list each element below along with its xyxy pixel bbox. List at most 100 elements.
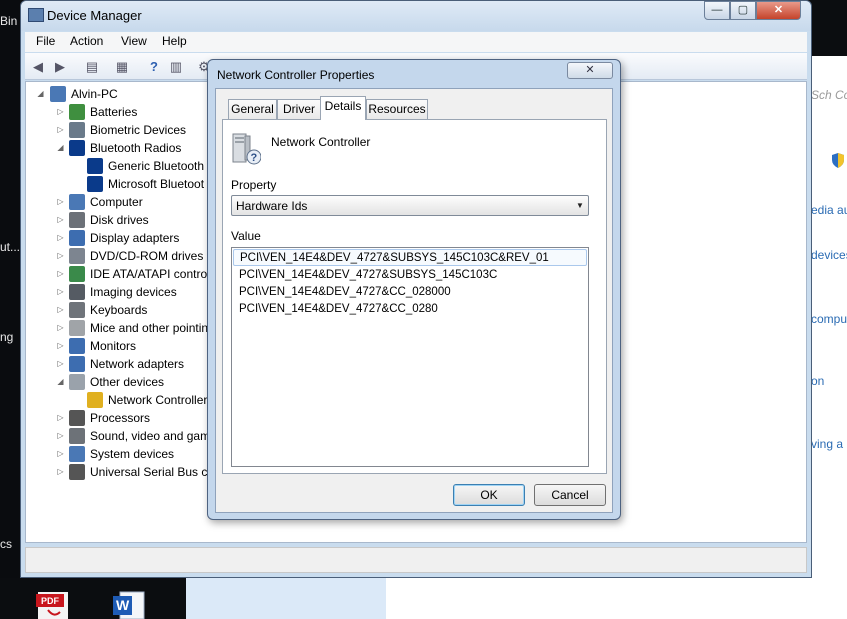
dvd-drive-icon (69, 248, 85, 264)
help-icon[interactable]: ? (145, 58, 163, 75)
tree-item-label: Monitors (90, 339, 137, 353)
computer-icon (50, 86, 66, 102)
collapse-triangle-icon[interactable]: ◢ (36, 85, 45, 103)
background-search-fragment: Sch Con (811, 88, 847, 102)
expand-triangle-icon[interactable]: ▷ (56, 445, 65, 463)
tree-item-label: Display adapters (90, 231, 180, 245)
expand-triangle-icon[interactable]: ▷ (56, 121, 65, 139)
tree-item-label: Processors (90, 411, 151, 425)
maximize-button[interactable]: ▢ (730, 1, 756, 20)
dialog-close-button[interactable]: ✕ (567, 62, 613, 79)
background-window (186, 578, 386, 619)
background-link-fragment: on (811, 374, 825, 388)
cancel-button[interactable]: Cancel (534, 484, 606, 506)
property-dropdown-value: Hardware Ids (236, 199, 308, 213)
show-hide-tree-icon[interactable]: ▤ (83, 58, 101, 75)
background-link-fragment: edia au (811, 203, 847, 217)
properties-icon[interactable]: ▦ (113, 58, 131, 75)
desktop-background (811, 0, 847, 56)
tree-item-label: Network adapters (90, 357, 185, 371)
expand-triangle-icon[interactable]: ▷ (56, 355, 65, 373)
unknown-device-icon (69, 374, 85, 390)
expand-triangle-icon[interactable]: ▷ (56, 463, 65, 481)
disk-drive-icon (69, 212, 85, 228)
speaker-icon (69, 428, 85, 444)
dialog-body: General Driver Details Resources ? Netwo… (215, 88, 613, 513)
svg-text:W: W (116, 597, 130, 613)
pdf-file-icon[interactable]: PDF (36, 588, 70, 619)
network-adapter-icon (69, 356, 85, 372)
tree-item-label: Disk drives (90, 213, 149, 227)
tab-details[interactable]: Details (320, 96, 366, 120)
battery-icon (69, 104, 85, 120)
property-dropdown[interactable]: Hardware Ids ▼ (231, 195, 589, 216)
bluetooth-icon (87, 176, 103, 192)
desktop-fragment: Bin (0, 14, 18, 28)
value-list[interactable]: PCI\VEN_14E4&DEV_4727&SUBSYS_145C103C&RE… (231, 247, 589, 467)
collapse-triangle-icon[interactable]: ◢ (56, 139, 65, 157)
tree-item-label: Biometric Devices (90, 123, 187, 137)
tree-item-label: Network Controller (108, 393, 208, 407)
menu-action[interactable]: Action (70, 34, 103, 48)
dropdown-arrow-icon: ▼ (576, 201, 584, 210)
tab-driver[interactable]: Driver (277, 99, 321, 119)
expand-triangle-icon[interactable]: ▷ (56, 427, 65, 445)
tab-general[interactable]: General (228, 99, 277, 119)
expand-triangle-icon[interactable]: ▷ (56, 193, 65, 211)
expand-triangle-icon[interactable]: ▷ (56, 337, 65, 355)
keyboard-icon (69, 302, 85, 318)
expand-triangle-icon[interactable]: ▷ (56, 265, 65, 283)
ok-button[interactable]: OK (453, 484, 525, 506)
menu-file[interactable]: File (36, 34, 55, 48)
property-label: Property (231, 178, 277, 192)
word-document-icon[interactable]: W (112, 588, 146, 619)
menu-view[interactable]: View (121, 34, 147, 48)
bluetooth-icon (87, 158, 103, 174)
expand-triangle-icon[interactable]: ▷ (56, 301, 65, 319)
expand-triangle-icon[interactable]: ▷ (56, 319, 65, 337)
expand-triangle-icon[interactable]: ▷ (56, 247, 65, 265)
forward-arrow-icon[interactable]: ▶ (51, 58, 69, 75)
device-manager-icon (28, 8, 44, 22)
details-panel: ? Network Controller Property Hardware I… (222, 119, 607, 474)
background-link-fragment: ving a (811, 437, 844, 451)
mouse-icon (69, 320, 85, 336)
processor-icon (69, 410, 85, 426)
expand-triangle-icon[interactable]: ▷ (56, 409, 65, 427)
camera-icon (69, 284, 85, 300)
tree-item-label: Imaging devices (90, 285, 177, 299)
desktop-fragment: ut... (0, 240, 21, 254)
close-button[interactable]: ✕ (756, 1, 801, 20)
list-item[interactable]: PCI\VEN_14E4&DEV_4727&CC_028000 (233, 284, 587, 301)
tree-item-label: Other devices (90, 375, 165, 389)
minimize-button[interactable]: — (704, 1, 730, 20)
tree-item-label: IDE ATA/ATAPI contro (90, 267, 208, 281)
list-item[interactable]: PCI\VEN_14E4&DEV_4727&SUBSYS_145C103C&RE… (233, 249, 587, 266)
tab-resources[interactable]: Resources (366, 99, 428, 119)
expand-triangle-icon[interactable]: ▷ (56, 211, 65, 229)
list-item[interactable]: PCI\VEN_14E4&DEV_4727&SUBSYS_145C103C (233, 267, 587, 284)
expand-triangle-icon[interactable]: ▷ (56, 229, 65, 247)
menu-help[interactable]: Help (162, 34, 187, 48)
tree-item-label: Bluetooth Radios (90, 141, 182, 155)
monitor-icon (69, 338, 85, 354)
list-item[interactable]: PCI\VEN_14E4&DEV_4727&CC_0280 (233, 301, 587, 318)
desktop-fragment: ng (0, 330, 14, 344)
unknown-device-icon: ? (231, 132, 262, 166)
expand-triangle-icon[interactable]: ▷ (56, 103, 65, 121)
background-window (386, 578, 847, 619)
collapse-triangle-icon[interactable]: ◢ (56, 373, 65, 391)
tree-item-label: Computer (90, 195, 143, 209)
action-pane-icon[interactable]: ▥ (167, 58, 185, 75)
device-manager-titlebar[interactable]: Device Manager — ▢ ✕ (21, 1, 811, 31)
tree-item-label: System devices (90, 447, 175, 461)
computer-icon (69, 194, 85, 210)
menu-bar: File Action View Help (25, 32, 807, 52)
status-bar (25, 547, 807, 573)
back-arrow-icon[interactable]: ◀ (29, 58, 47, 75)
expand-triangle-icon[interactable]: ▷ (56, 283, 65, 301)
tree-item-label: Sound, video and gam (90, 429, 211, 443)
dialog-title: Network Controller Properties (217, 68, 375, 82)
system-device-icon (69, 446, 85, 462)
biometric-icon (69, 122, 85, 138)
